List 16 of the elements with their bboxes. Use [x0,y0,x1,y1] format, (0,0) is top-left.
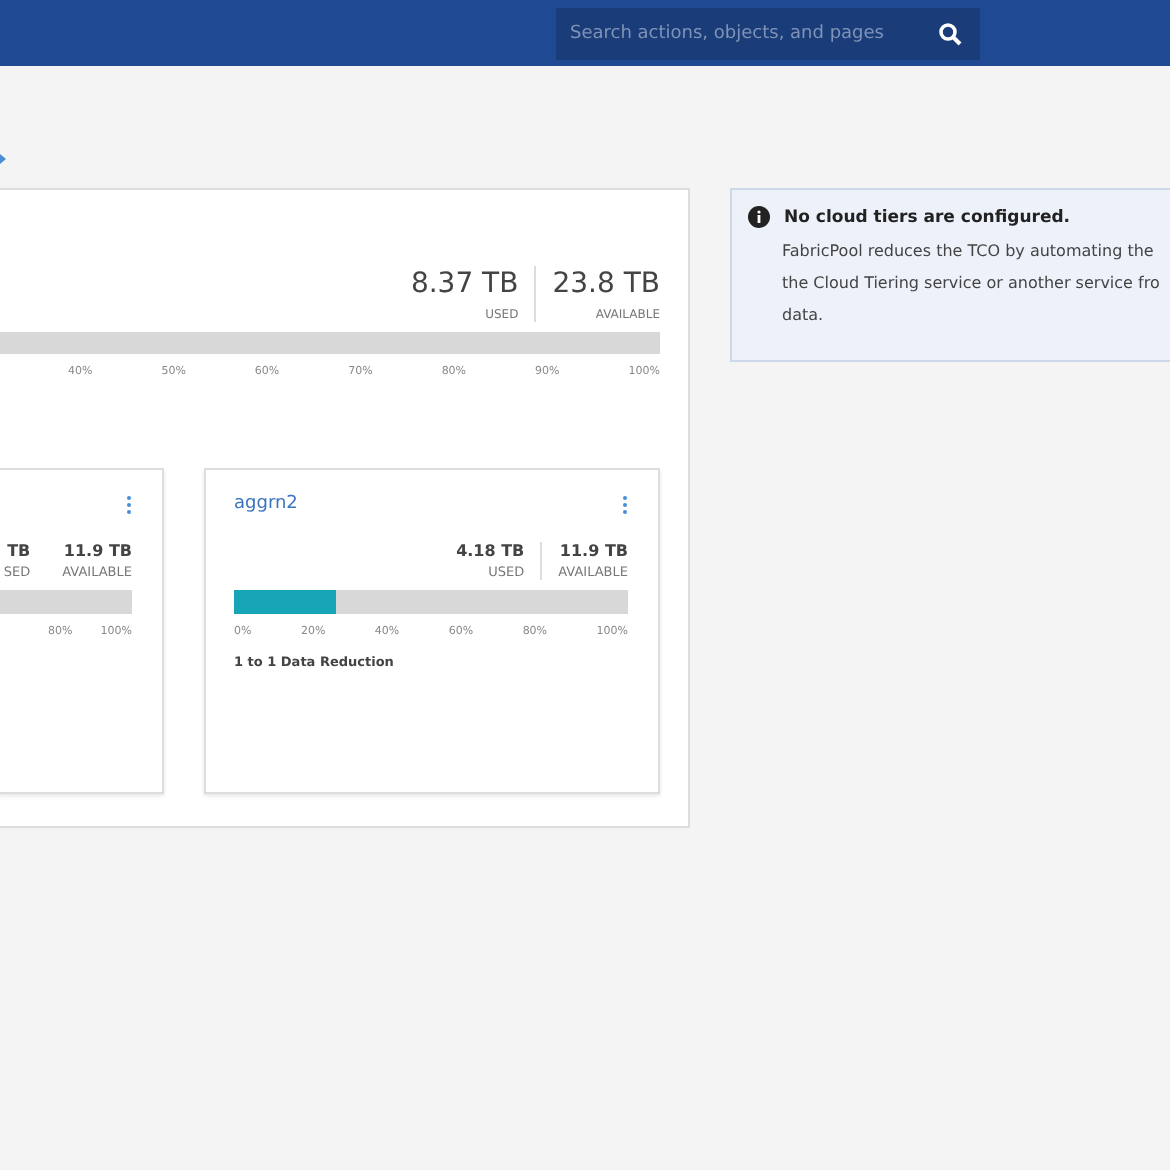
search-icon[interactable] [938,21,962,45]
info-icon [748,206,770,228]
search-field[interactable]: Search actions, objects, and pages [556,7,980,59]
more-icon[interactable] [622,495,628,513]
available-value: 11.9 TB [559,542,628,560]
info-title: No cloud tiers are configured. [784,207,1071,227]
used-value: TB [7,542,31,560]
aggregate-name[interactable]: aggrn2 [234,494,298,514]
used-value: 4.18 TB [456,542,525,560]
used-value: 8.37 TB [410,266,519,302]
info-text: FabricPool reduces the TCO by automating the the Cloud Tiering service or another service fro data. [782,240,1162,328]
search-input[interactable]: Search actions, objects, and pages [570,23,938,43]
available-value: 11.9 TB [63,542,132,560]
chevron-icon[interactable] [0,154,8,164]
available-value: 23.8 TB [552,266,660,302]
more-icon[interactable] [126,495,132,513]
